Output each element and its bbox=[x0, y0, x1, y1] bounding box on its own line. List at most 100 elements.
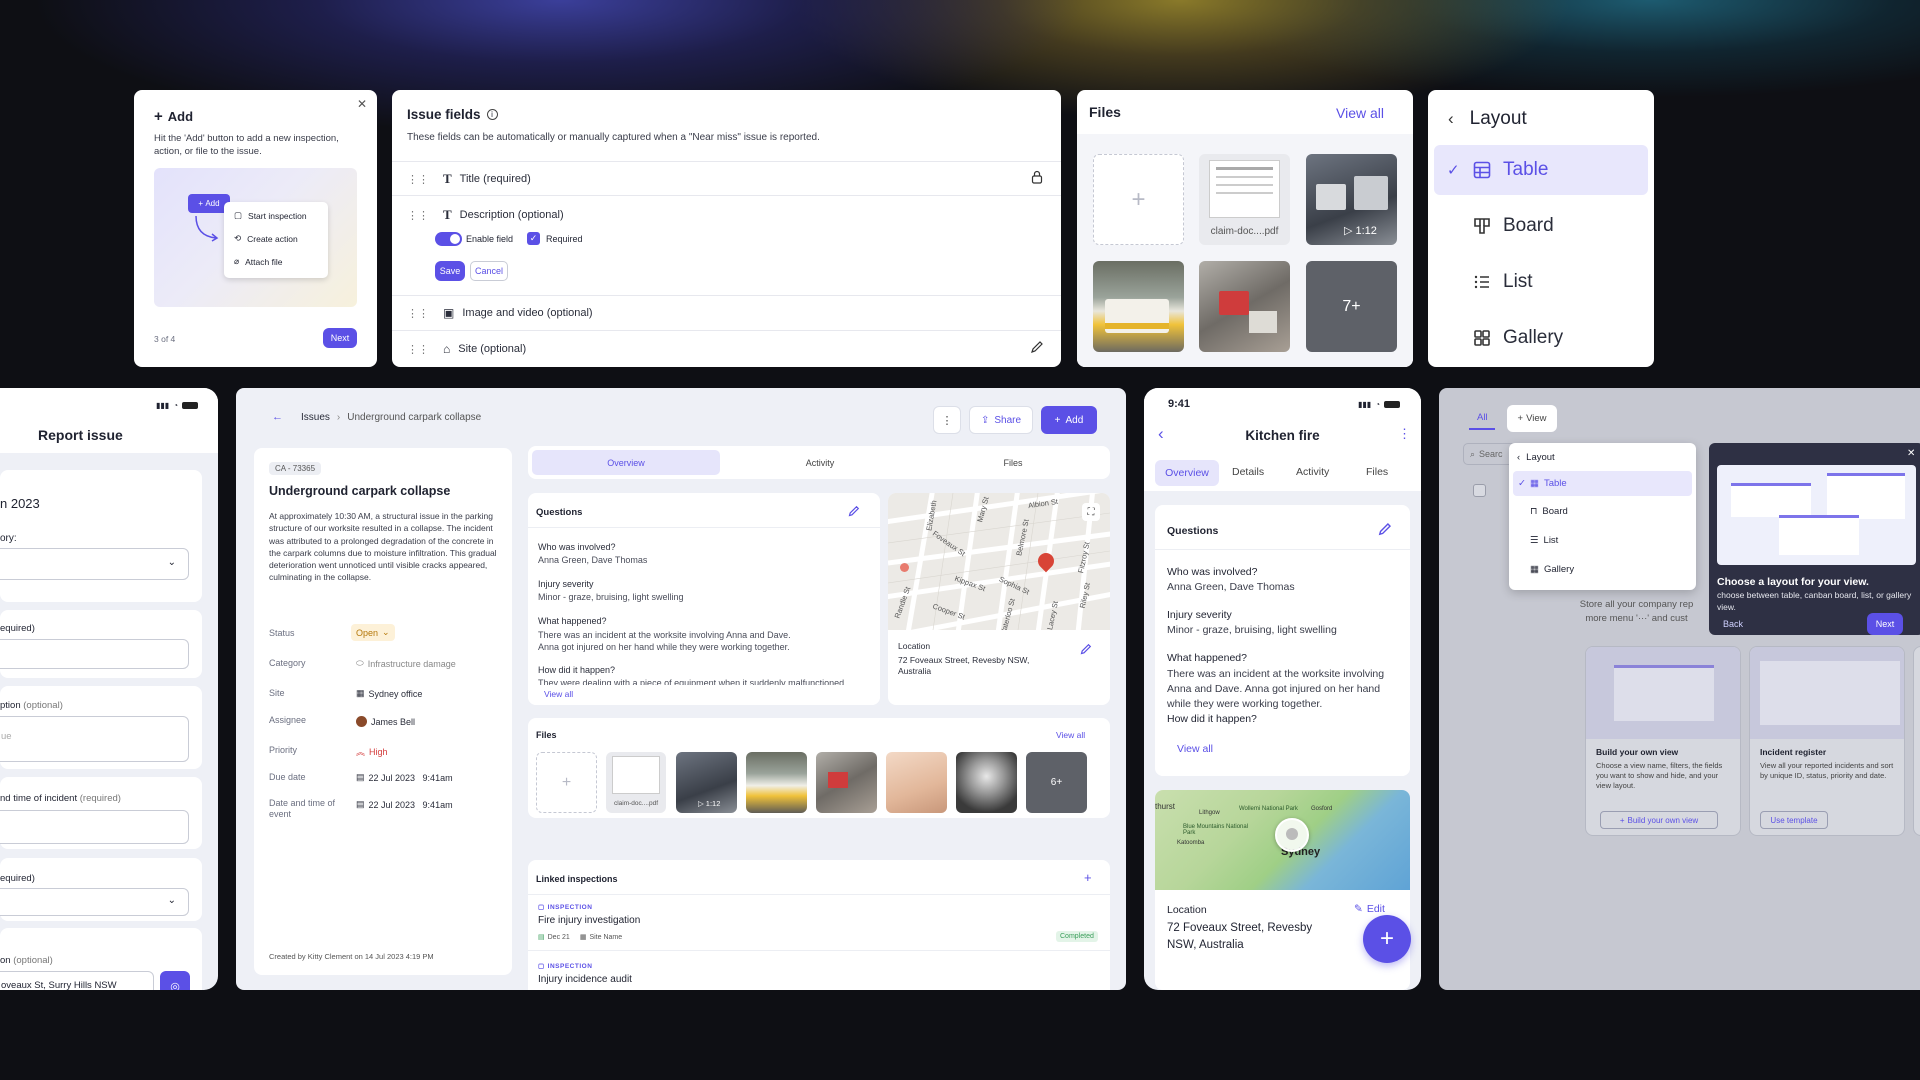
select-all-checkbox[interactable] bbox=[1473, 484, 1486, 497]
add-linked-icon[interactable]: + bbox=[1084, 870, 1092, 885]
more-files-thumbnail[interactable]: 6+ bbox=[1026, 752, 1087, 813]
inspection-name[interactable]: Injury incidence audit bbox=[538, 974, 632, 985]
layout-option-board[interactable]: Board bbox=[1434, 201, 1648, 251]
files-panel: Files View all + claim-doc....pdf ▷ 1:12 … bbox=[528, 718, 1110, 818]
kebab-menu-icon[interactable]: ⋮ bbox=[1398, 426, 1411, 442]
layout-option-list[interactable]: ☰ List bbox=[1530, 535, 1558, 546]
street-map[interactable]: Elizabeth Albion St Foveaux St Mary St B… bbox=[888, 493, 1110, 630]
toggle-switch[interactable] bbox=[435, 232, 462, 246]
cancel-button[interactable]: Cancel bbox=[470, 261, 508, 281]
tab-files[interactable]: Files bbox=[920, 450, 1106, 475]
breadcrumb-issues[interactable]: Issues bbox=[301, 412, 330, 423]
assignee-label: Assignee bbox=[269, 715, 307, 725]
location-input[interactable]: oveaux St, Surry Hills NSW bbox=[0, 971, 154, 990]
template-card-incident[interactable]: Incident register View all your reported… bbox=[1749, 646, 1905, 836]
files-view-all-link[interactable]: View all bbox=[1336, 105, 1384, 121]
field-row-site[interactable]: ⋮⋮ ⌂ Site (optional) bbox=[407, 342, 526, 356]
pdf-thumbnail[interactable]: claim-doc....pdf bbox=[1199, 154, 1290, 245]
floating-add-button[interactable]: + bbox=[1363, 915, 1411, 963]
chevron-down-icon: ⌄ bbox=[167, 895, 176, 906]
questions-view-all-link[interactable]: View all bbox=[544, 689, 573, 699]
layout-tooltip: ✕ Choose a layout for your view. choose … bbox=[1709, 443, 1920, 635]
incident-time-input[interactable] bbox=[0, 810, 189, 844]
field-row-description[interactable]: ⋮⋮ T Description (optional) bbox=[407, 207, 564, 223]
video-thumbnail[interactable]: ▷ 1:12 bbox=[676, 752, 737, 813]
question-text: Injury severity bbox=[1167, 609, 1232, 621]
next-button[interactable]: Next bbox=[323, 328, 357, 348]
photo-thumbnail[interactable] bbox=[816, 752, 877, 813]
tab-activity[interactable]: Activity bbox=[726, 450, 914, 475]
layout-dropdown-header[interactable]: ‹ Layout bbox=[1517, 452, 1555, 463]
photo-thumbnail[interactable] bbox=[746, 752, 807, 813]
mobile-tab-files[interactable]: Files bbox=[1366, 466, 1388, 478]
field-row-title[interactable]: ⋮⋮ T Title (required) bbox=[407, 171, 531, 187]
layout-option-table[interactable]: ✓ Table bbox=[1434, 145, 1648, 195]
category-select[interactable]: ⌄ bbox=[0, 548, 189, 580]
pencil-icon[interactable] bbox=[1030, 340, 1044, 354]
layout-option-gallery[interactable]: Gallery bbox=[1434, 313, 1648, 363]
photo-thumbnail[interactable] bbox=[886, 752, 947, 813]
text-input[interactable] bbox=[0, 639, 189, 669]
layout-menu-header[interactable]: ‹ Layout bbox=[1448, 108, 1527, 130]
region-map[interactable]: thurst Lithgow Wollemi National Park Gos… bbox=[1155, 790, 1410, 890]
kebab-icon: ⋮ bbox=[941, 414, 953, 427]
drag-handle-icon[interactable]: ⋮⋮ bbox=[407, 343, 429, 356]
fullscreen-icon[interactable]: ⛶ bbox=[1082, 503, 1100, 521]
back-arrow-icon[interactable]: ← bbox=[272, 411, 283, 423]
use-template-button[interactable]: Use template bbox=[1760, 811, 1828, 829]
image-icon: ▣ bbox=[443, 306, 455, 320]
close-icon[interactable]: ✕ bbox=[357, 97, 367, 111]
chevron-left-icon[interactable]: ‹ bbox=[1448, 109, 1454, 129]
status-dropdown[interactable]: Open ⌄ bbox=[351, 624, 395, 641]
video-thumbnail[interactable]: ▷ 1:12 bbox=[1306, 154, 1397, 245]
tooltip-back-button[interactable]: Back bbox=[1723, 619, 1743, 629]
more-files-thumbnail[interactable]: 7+ bbox=[1306, 261, 1397, 352]
add-view-button[interactable]: + View bbox=[1507, 405, 1557, 432]
field-row-image-video[interactable]: ⋮⋮ ▣ Image and video (optional) bbox=[407, 306, 593, 320]
close-icon[interactable]: ✕ bbox=[1907, 448, 1915, 459]
tooltip-next-button[interactable]: Next bbox=[1867, 613, 1903, 635]
select-input[interactable]: ⌄ bbox=[0, 888, 189, 916]
inspection-name[interactable]: Fire injury investigation bbox=[538, 915, 640, 926]
edit-questions-icon[interactable] bbox=[848, 505, 860, 517]
layout-option-list[interactable]: List bbox=[1434, 257, 1648, 307]
upload-placeholder[interactable]: + bbox=[1093, 154, 1184, 245]
edit-questions-icon[interactable] bbox=[1378, 522, 1392, 536]
build-view-button[interactable]: + Build your own view bbox=[1600, 811, 1718, 829]
locate-button[interactable]: ◎ bbox=[160, 971, 190, 990]
drag-handle-icon[interactable]: ⋮⋮ bbox=[407, 209, 429, 222]
drag-handle-icon[interactable]: ⋮⋮ bbox=[407, 173, 429, 186]
description-input[interactable]: ue bbox=[0, 716, 189, 762]
tab-bar: Overview Activity Files bbox=[528, 446, 1110, 479]
layout-option-table[interactable]: ✓ ▦ Table bbox=[1513, 471, 1692, 496]
enable-field-toggle[interactable]: Enable field bbox=[435, 232, 513, 246]
xray-thumbnail[interactable] bbox=[956, 752, 1017, 813]
tab-overview[interactable]: Overview bbox=[532, 450, 720, 475]
illustration-menu: ▢ Start inspection ⟲ Create action ⌀ Attach… bbox=[224, 202, 328, 278]
questions-view-all-link[interactable]: View all bbox=[1177, 743, 1213, 755]
save-button[interactable]: Save bbox=[435, 261, 465, 281]
edit-location-icon[interactable] bbox=[1080, 643, 1092, 655]
category-label: Category bbox=[269, 658, 306, 668]
edit-location-button[interactable]: ✎ Edit bbox=[1354, 903, 1385, 915]
required-checkbox[interactable]: ✓ Required bbox=[527, 232, 583, 245]
layout-option-board[interactable]: ⊓ Board bbox=[1530, 506, 1568, 517]
more-options-button[interactable]: ⋮ bbox=[933, 406, 961, 434]
mobile-tab-details[interactable]: Details bbox=[1232, 466, 1264, 478]
mobile-tab-overview[interactable]: Overview bbox=[1155, 460, 1219, 486]
layout-option-gallery[interactable]: ▦ Gallery bbox=[1530, 564, 1574, 575]
upload-placeholder[interactable]: + bbox=[536, 752, 597, 813]
question-text: Who was involved? bbox=[1167, 566, 1258, 578]
drag-handle-icon[interactable]: ⋮⋮ bbox=[407, 307, 429, 320]
info-icon[interactable]: i bbox=[486, 109, 498, 120]
photo-thumbnail-ambulance[interactable] bbox=[1093, 261, 1184, 352]
add-button[interactable]: + Add bbox=[1041, 406, 1097, 434]
files-panel-view-all[interactable]: View all bbox=[1056, 730, 1085, 740]
template-card-build[interactable]: Build your own view Choose a view name, … bbox=[1585, 646, 1741, 836]
pdf-thumbnail[interactable]: claim-doc....pdf bbox=[606, 752, 666, 813]
tab-all[interactable]: All bbox=[1477, 412, 1488, 423]
share-button[interactable]: ⇪ Share bbox=[969, 406, 1033, 434]
mobile-tab-activity[interactable]: Activity bbox=[1296, 466, 1329, 478]
photo-thumbnail-debris[interactable] bbox=[1199, 261, 1290, 352]
checkbox-checked-icon[interactable]: ✓ bbox=[527, 232, 540, 245]
